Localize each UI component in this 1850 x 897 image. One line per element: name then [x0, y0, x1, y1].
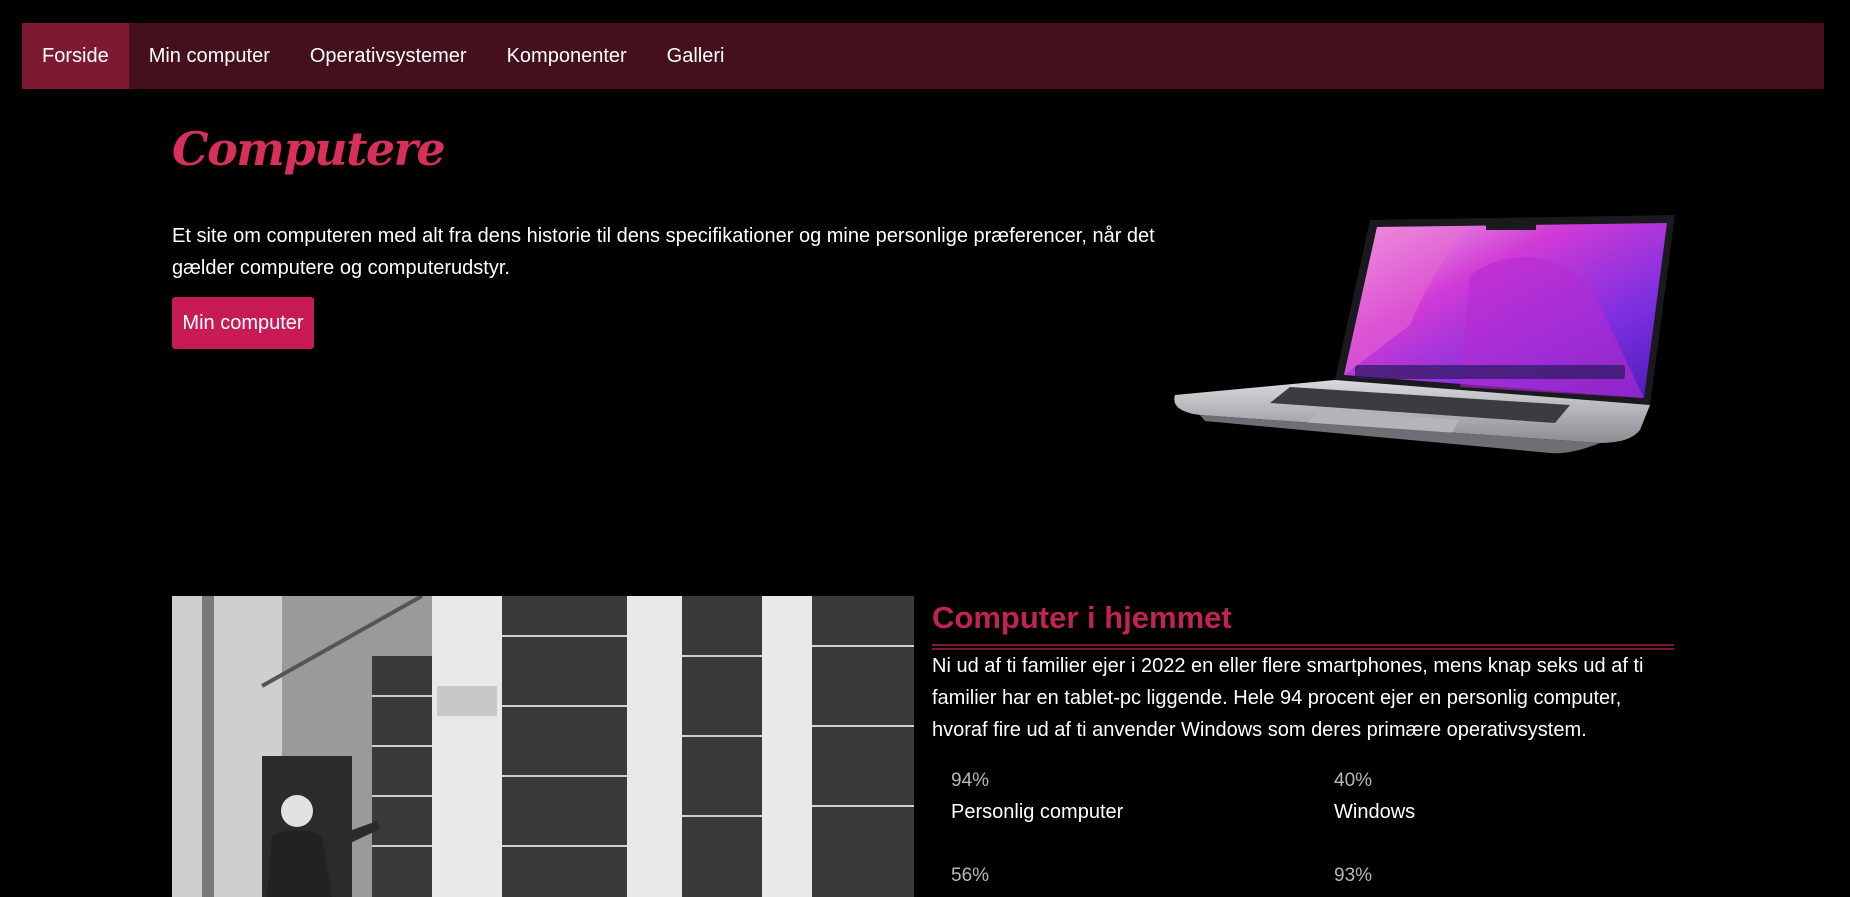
- stat-fourth: 93%: [1334, 863, 1694, 889]
- stat-label: Windows: [1334, 801, 1416, 823]
- section-text-home: Ni ud af ti familier ejer i 2022 en elle…: [932, 655, 1644, 741]
- nav-item-komponenter[interactable]: Komponenter: [487, 23, 647, 89]
- min-computer-button[interactable]: Min computer: [172, 297, 314, 349]
- nav-item-operativsystemer[interactable]: Operativsystemer: [290, 23, 487, 89]
- stat-personal-computer: 94% Personlig computer: [951, 768, 1311, 830]
- historic-computer-photo: [172, 596, 914, 897]
- stat-value: 56%: [951, 865, 990, 886]
- stat-label: Personlig computer: [951, 801, 1124, 823]
- main-navbar: Forside Min computer Operativsystemer Ko…: [22, 23, 1824, 89]
- nav-item-galleri[interactable]: Galleri: [647, 23, 745, 89]
- nav-item-forside[interactable]: Forside: [22, 23, 129, 89]
- laptop-image: [1170, 215, 1680, 555]
- page-title: Computere: [172, 122, 446, 176]
- stat-windows: 40% Windows: [1334, 768, 1694, 830]
- stat-value: 40%: [1334, 770, 1373, 791]
- section-title-home: Computer i hjemmet: [932, 600, 1232, 635]
- stat-third: 56%: [951, 863, 1311, 889]
- stat-value: 94%: [951, 770, 990, 791]
- hero-intro-text: Et site om computeren med alt fra dens h…: [172, 225, 1155, 279]
- stat-value: 93%: [1334, 865, 1373, 886]
- nav-item-min-computer[interactable]: Min computer: [129, 23, 290, 89]
